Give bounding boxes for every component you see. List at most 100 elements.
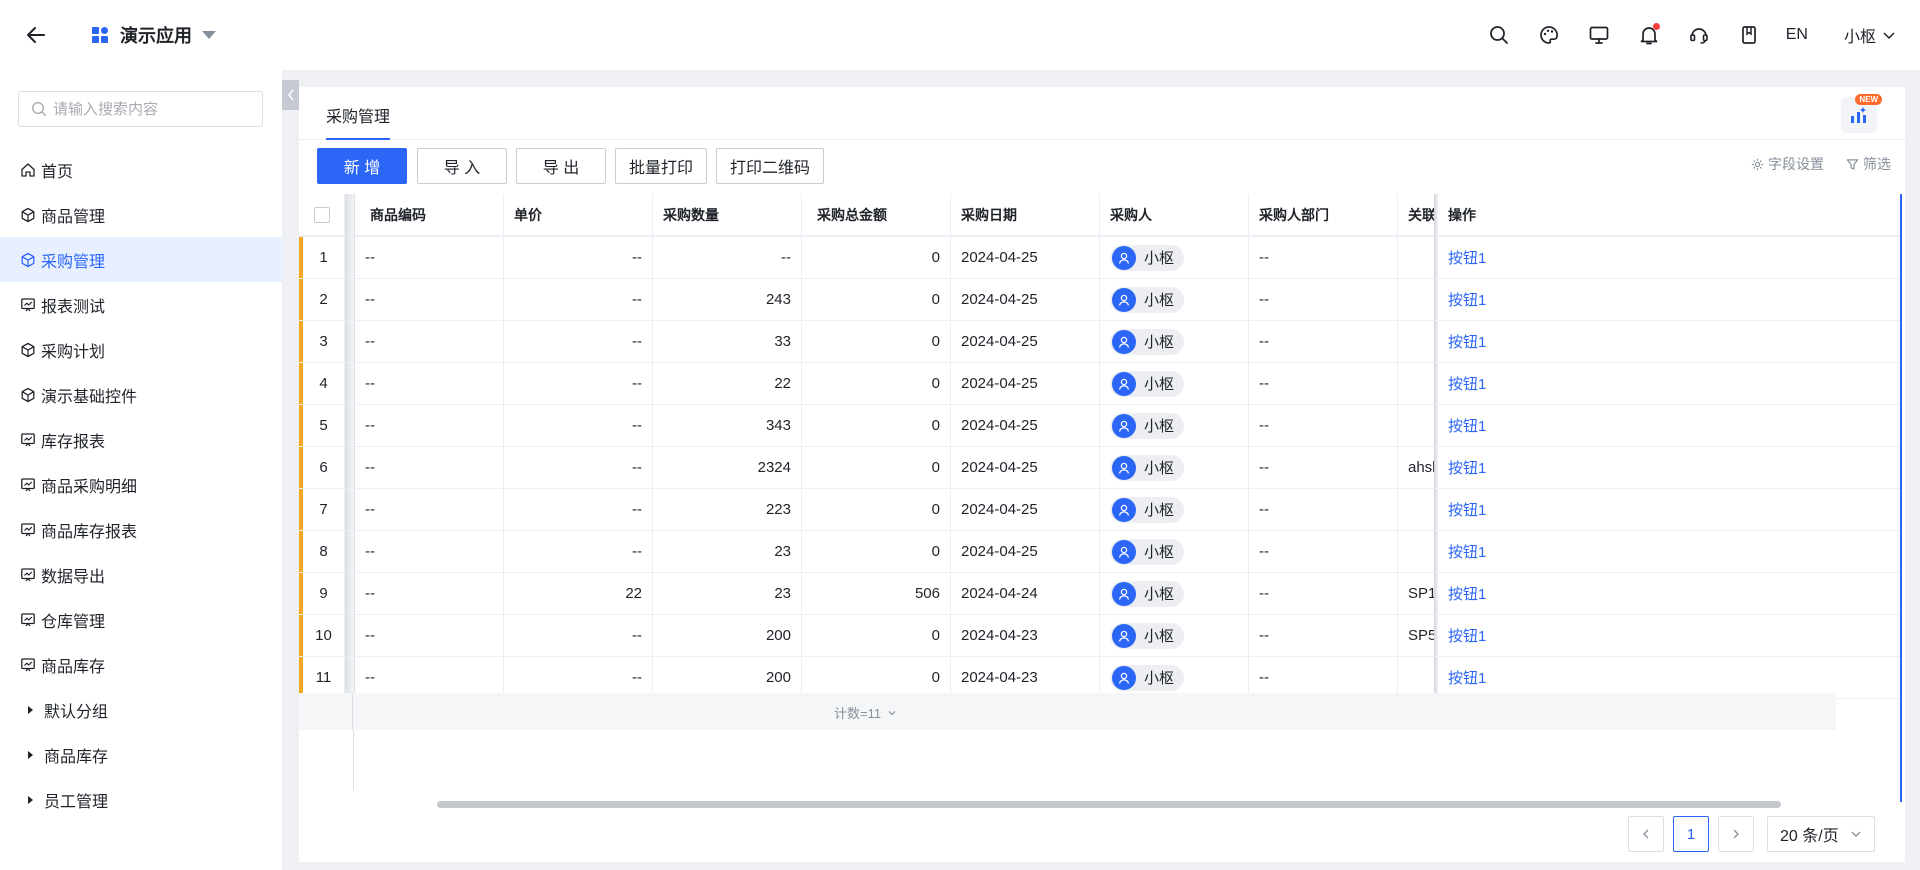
- search-icon[interactable]: [1474, 15, 1524, 55]
- horizontal-scrollbar[interactable]: [437, 801, 1781, 808]
- tab-purchase-management[interactable]: 采购管理: [326, 103, 391, 140]
- sidebar-search[interactable]: [18, 91, 263, 127]
- row-action-button[interactable]: 按钮1: [1448, 415, 1486, 436]
- user-tag[interactable]: 小枢: [1110, 412, 1185, 439]
- table-row[interactable]: 6----232402024-04-25小枢--ahshd按钮1: [299, 447, 1900, 489]
- prev-page-button[interactable]: [1628, 816, 1664, 852]
- home-icon: [19, 161, 37, 179]
- row-action-button[interactable]: 按钮1: [1448, 541, 1486, 562]
- col-header-buyer[interactable]: 采购人: [1100, 194, 1249, 236]
- cell-price: --: [504, 363, 653, 404]
- sidebar-item-7[interactable]: 商品采购明细: [0, 462, 282, 507]
- user-tag[interactable]: 小枢: [1110, 454, 1185, 481]
- table-row[interactable]: 1 -- -- -- 0 2024-04-25 小枢 -- 按钮1: [299, 237, 1900, 279]
- sidebar-item-4[interactable]: 采购计划: [0, 327, 282, 372]
- sidebar-item-9[interactable]: 数据导出: [0, 552, 282, 597]
- language-switch[interactable]: EN: [1786, 26, 1808, 44]
- next-page-button[interactable]: [1718, 816, 1754, 852]
- table-row[interactable]: 5 -- -- 343 0 2024-04-25 小枢 -- 按钮1: [299, 405, 1900, 447]
- col-header-date[interactable]: 采购日期: [951, 194, 1100, 236]
- notification-bell-icon[interactable]: [1624, 15, 1674, 55]
- cell-total: 0: [802, 447, 951, 488]
- sidebar-item-10[interactable]: 仓库管理: [0, 597, 282, 642]
- user-tag[interactable]: 小枢: [1110, 328, 1185, 355]
- table-row[interactable]: 8 -- -- 23 0 2024-04-25 小枢 -- 按钮1: [299, 531, 1900, 573]
- user-tag[interactable]: 小枢: [1110, 286, 1185, 313]
- row-index: 8: [303, 531, 345, 572]
- user-tag[interactable]: 小枢: [1110, 370, 1185, 397]
- col-header-total[interactable]: 采购总金额: [802, 194, 951, 236]
- cell-date: 2024-04-25: [951, 363, 1100, 404]
- user-tag[interactable]: 小枢: [1110, 244, 1185, 271]
- user-tag[interactable]: 小枢: [1110, 538, 1185, 565]
- cell-op: 按钮1: [1438, 489, 1900, 530]
- cell-qty: 23: [653, 573, 802, 614]
- batch-print-button[interactable]: 批量打印: [615, 148, 707, 184]
- row-action-button[interactable]: 按钮1: [1448, 247, 1486, 268]
- cell-total: 0: [802, 363, 951, 404]
- col-header-price[interactable]: 单价: [504, 194, 653, 236]
- sidebar-item-6[interactable]: 库存报表: [0, 417, 282, 462]
- page-size-select[interactable]: 20 条/页: [1767, 816, 1875, 852]
- table-row[interactable]: 9 -- 22 23 506 2024-04-24 小枢 -- SP1 按钮1: [299, 573, 1900, 615]
- sidebar-item-5[interactable]: 演示基础控件: [0, 372, 282, 417]
- sidebar-item-2[interactable]: 采购管理: [0, 237, 282, 282]
- ai-chart-button[interactable]: NEW: [1841, 94, 1882, 133]
- sidebar-item-label: 商品库存: [41, 658, 106, 676]
- print-qr-button[interactable]: 打印二维码: [716, 148, 824, 184]
- row-action-button[interactable]: 按钮1: [1448, 331, 1486, 352]
- sidebar-collapse-handle[interactable]: [282, 80, 299, 110]
- user-tag[interactable]: 小枢: [1110, 664, 1185, 691]
- sidebar-item-0[interactable]: 首页: [0, 147, 282, 192]
- col-header-rel[interactable]: 关联: [1398, 194, 1438, 236]
- cell-buyer: 小枢: [1100, 531, 1249, 572]
- user-tag[interactable]: 小枢: [1110, 496, 1185, 523]
- user-tag[interactable]: 小枢: [1110, 622, 1185, 649]
- row-action-button[interactable]: 按钮1: [1448, 667, 1486, 688]
- table-row[interactable]: 3 -- -- 33 0 2024-04-25 小枢 -- 按钮1: [299, 321, 1900, 363]
- select-all-checkbox[interactable]: [313, 206, 330, 223]
- table-row[interactable]: 2 -- -- 243 0 2024-04-25 小枢 -- 按钮1: [299, 279, 1900, 321]
- table-row[interactable]: 10 -- -- 200 0 2024-04-23 小枢 -- SP5 按钮1: [299, 615, 1900, 657]
- sidebar-search-input[interactable]: [53, 100, 253, 118]
- row-action-button[interactable]: 按钮1: [1448, 373, 1486, 394]
- row-action-button[interactable]: 按钮1: [1448, 499, 1486, 520]
- filter-button[interactable]: 筛选: [1846, 154, 1891, 174]
- col-header-code[interactable]: 商品编码: [355, 194, 504, 236]
- col-header-qty[interactable]: 采购数量: [653, 194, 802, 236]
- book-icon[interactable]: [1724, 15, 1774, 55]
- cell-code: --: [355, 237, 504, 278]
- add-button[interactable]: 新 增: [317, 148, 407, 184]
- export-button[interactable]: 导 出: [516, 148, 606, 184]
- sidebar-item-3[interactable]: 报表测试: [0, 282, 282, 327]
- user-menu[interactable]: 小枢: [1844, 23, 1896, 47]
- row-action-button[interactable]: 按钮1: [1448, 289, 1486, 310]
- user-tag-label: 小枢: [1144, 628, 1175, 645]
- sidebar-item-8[interactable]: 商品库存报表: [0, 507, 282, 552]
- sidebar-item-11[interactable]: 商品库存: [0, 642, 282, 687]
- app-switch-caret-icon[interactable]: [202, 31, 216, 39]
- sidebar-group-1[interactable]: 商品库存: [0, 732, 282, 777]
- table-row[interactable]: 4 -- -- 22 0 2024-04-25 小枢 -- 按钮1: [299, 363, 1900, 405]
- chart-board-icon: [19, 656, 37, 674]
- monitor-icon[interactable]: [1574, 15, 1624, 55]
- user-tag[interactable]: 小枢: [1110, 580, 1185, 607]
- app-title[interactable]: 演示应用: [120, 22, 192, 48]
- count-summary[interactable]: 计数=11: [834, 703, 897, 722]
- row-index: 5: [303, 405, 345, 446]
- sidebar-group-0[interactable]: 默认分组: [0, 687, 282, 732]
- row-action-button[interactable]: 按钮1: [1448, 625, 1486, 646]
- col-header-dept[interactable]: 采购人部门: [1249, 194, 1398, 236]
- row-action-button[interactable]: 按钮1: [1448, 457, 1486, 478]
- sidebar-item-1[interactable]: 商品管理: [0, 192, 282, 237]
- back-arrow-icon[interactable]: [24, 23, 48, 47]
- row-action-button[interactable]: 按钮1: [1448, 583, 1486, 604]
- table-row[interactable]: 7 -- -- 223 0 2024-04-25 小枢 -- 按钮1: [299, 489, 1900, 531]
- cell-price: 22: [504, 573, 653, 614]
- field-settings-button[interactable]: 字段设置: [1751, 154, 1824, 174]
- import-button[interactable]: 导 入: [417, 148, 507, 184]
- palette-icon[interactable]: [1524, 15, 1574, 55]
- page-number[interactable]: 1: [1673, 816, 1709, 852]
- headset-support-icon[interactable]: [1674, 15, 1724, 55]
- sidebar-group-2[interactable]: 员工管理: [0, 777, 282, 822]
